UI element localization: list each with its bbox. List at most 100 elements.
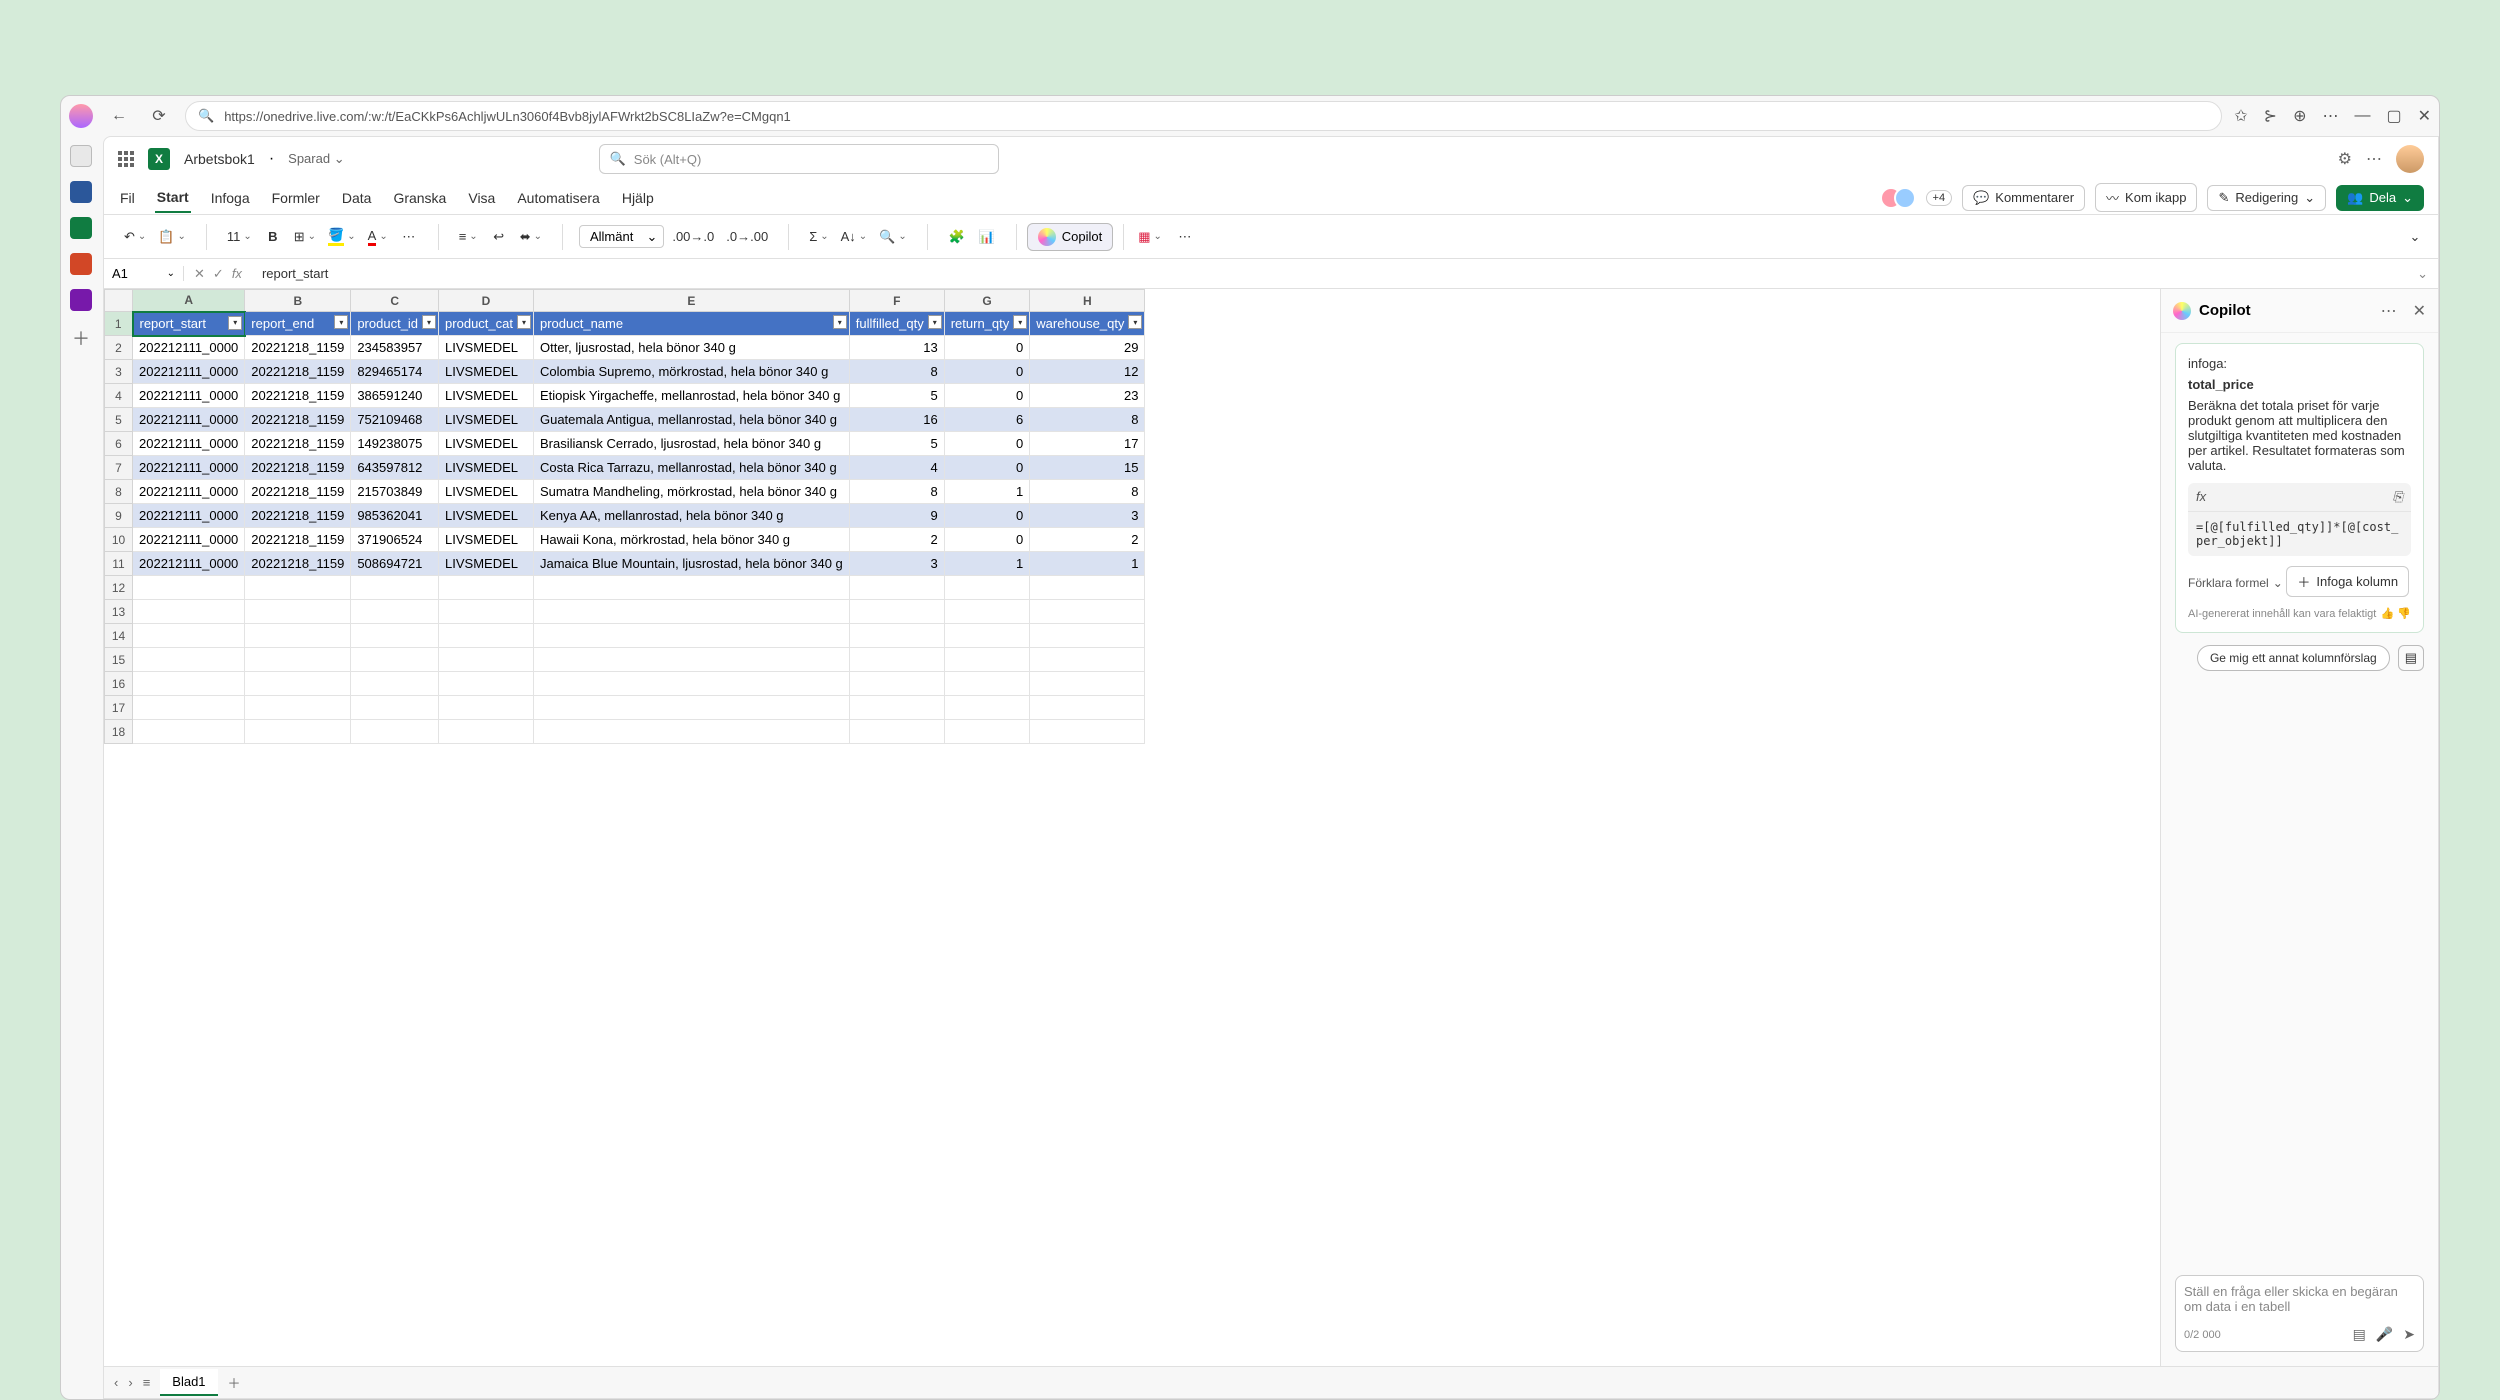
editing-mode-button[interactable]: ✎ Redigering ⌄ bbox=[2207, 185, 2326, 211]
data-cell[interactable]: 6 bbox=[944, 408, 1030, 432]
empty-cell[interactable] bbox=[439, 600, 534, 624]
data-cell[interactable]: LIVSMEDEL bbox=[439, 528, 534, 552]
formula-expand-icon[interactable]: ⌄ bbox=[2407, 266, 2438, 282]
data-cell[interactable]: LIVSMEDEL bbox=[439, 336, 534, 360]
data-cell[interactable]: Kenya AA, mellanrostad, hela bönor 340 g bbox=[533, 504, 849, 528]
decrease-decimal-button[interactable]: .00→.0 bbox=[668, 223, 718, 251]
favorite-icon[interactable]: ✩ bbox=[2234, 106, 2247, 126]
excel-icon[interactable] bbox=[70, 217, 92, 239]
data-cell[interactable]: 13 bbox=[849, 336, 944, 360]
comments-button[interactable]: 💬 Kommentarer bbox=[1962, 185, 2085, 211]
data-cell[interactable]: 0 bbox=[944, 336, 1030, 360]
row-header[interactable]: 16 bbox=[105, 672, 133, 696]
data-cell[interactable]: 5 bbox=[849, 384, 944, 408]
row-header[interactable]: 18 bbox=[105, 720, 133, 744]
tab-insert[interactable]: Infoga bbox=[209, 184, 252, 212]
ribbon-collapse-icon[interactable]: ⌄ bbox=[2402, 223, 2428, 251]
data-cell[interactable]: 20221218_1159 bbox=[245, 552, 351, 576]
data-cell[interactable]: 3 bbox=[849, 552, 944, 576]
wrap-text-button[interactable]: ↩ bbox=[486, 223, 512, 251]
row-header[interactable]: 14 bbox=[105, 624, 133, 648]
data-cell[interactable]: Jamaica Blue Mountain, ljusrostad, hela … bbox=[533, 552, 849, 576]
column-header[interactable]: F bbox=[849, 290, 944, 312]
data-cell[interactable]: Etiopisk Yirgacheffe, mellanrostad, hela… bbox=[533, 384, 849, 408]
save-status[interactable]: Sparad ⌄ bbox=[288, 151, 344, 167]
paste-button[interactable]: 📋 bbox=[154, 223, 190, 251]
data-cell[interactable]: Sumatra Mandheling, mörkrostad, hela bön… bbox=[533, 480, 849, 504]
filter-icon[interactable]: ▾ bbox=[517, 315, 531, 329]
explain-formula-link[interactable]: Förklara formel ⌄ bbox=[2188, 576, 2283, 590]
data-cell[interactable]: Colombia Supremo, mörkrostad, hela bönor… bbox=[533, 360, 849, 384]
empty-cell[interactable] bbox=[351, 720, 439, 744]
column-header[interactable]: C bbox=[351, 290, 439, 312]
empty-cell[interactable] bbox=[849, 624, 944, 648]
data-cell[interactable]: 202212111_0000 bbox=[133, 384, 245, 408]
suggestion-menu-icon[interactable]: ▤ bbox=[2398, 645, 2424, 671]
borders-button[interactable]: ⊞ bbox=[290, 223, 320, 251]
copilot-ribbon-button[interactable]: Copilot bbox=[1027, 223, 1113, 251]
table-header-cell[interactable]: product_id▾ bbox=[351, 312, 439, 336]
data-cell[interactable]: 0 bbox=[944, 384, 1030, 408]
sidebar-tab-icon[interactable] bbox=[70, 145, 92, 167]
empty-cell[interactable] bbox=[439, 624, 534, 648]
data-cell[interactable]: 1 bbox=[944, 552, 1030, 576]
row-header[interactable]: 7 bbox=[105, 456, 133, 480]
presence-more[interactable]: +4 bbox=[1926, 190, 1953, 206]
filter-icon[interactable]: ▾ bbox=[334, 315, 348, 329]
empty-cell[interactable] bbox=[849, 648, 944, 672]
data-cell[interactable]: 386591240 bbox=[351, 384, 439, 408]
insert-column-button[interactable]: ＋ Infoga kolumn bbox=[2286, 566, 2409, 597]
data-cell[interactable]: 202212111_0000 bbox=[133, 552, 245, 576]
account-avatar[interactable] bbox=[2396, 145, 2424, 173]
ribbon-more-icon[interactable]: ⋯ bbox=[1172, 223, 1198, 251]
empty-cell[interactable] bbox=[849, 672, 944, 696]
data-cell[interactable]: LIVSMEDEL bbox=[439, 384, 534, 408]
empty-cell[interactable] bbox=[245, 648, 351, 672]
row-header[interactable]: 5 bbox=[105, 408, 133, 432]
empty-cell[interactable] bbox=[439, 720, 534, 744]
data-cell[interactable]: 5 bbox=[849, 432, 944, 456]
table-header-cell[interactable]: fullfilled_qty▾ bbox=[849, 312, 944, 336]
accept-formula-icon[interactable]: ✓ bbox=[213, 266, 224, 282]
catchup-button[interactable]: 〰 Kom ikapp bbox=[2095, 183, 2197, 212]
tab-help[interactable]: Hjälp bbox=[620, 184, 656, 212]
table-header-cell[interactable]: product_cat▾ bbox=[439, 312, 534, 336]
search-input[interactable]: 🔍 Sök (Alt+Q) bbox=[599, 144, 999, 174]
empty-cell[interactable] bbox=[133, 576, 245, 600]
data-cell[interactable]: 1 bbox=[1030, 552, 1145, 576]
data-cell[interactable]: 508694721 bbox=[351, 552, 439, 576]
empty-cell[interactable] bbox=[1030, 648, 1145, 672]
data-cell[interactable]: Brasiliansk Cerrado, ljusrostad, hela bö… bbox=[533, 432, 849, 456]
data-cell[interactable]: 20221218_1159 bbox=[245, 528, 351, 552]
table-header-cell[interactable]: report_start▾ bbox=[133, 312, 245, 336]
row-header[interactable]: 8 bbox=[105, 480, 133, 504]
data-cell[interactable]: 3 bbox=[1030, 504, 1145, 528]
data-cell[interactable]: 202212111_0000 bbox=[133, 504, 245, 528]
empty-cell[interactable] bbox=[533, 720, 849, 744]
undo-button[interactable]: ↶ bbox=[120, 223, 150, 251]
empty-cell[interactable] bbox=[351, 648, 439, 672]
word-icon[interactable] bbox=[70, 181, 92, 203]
tab-formulas[interactable]: Formler bbox=[270, 184, 322, 212]
column-header[interactable]: G bbox=[944, 290, 1030, 312]
powerpoint-icon[interactable] bbox=[70, 253, 92, 275]
copilot-close-icon[interactable]: ✕ bbox=[2413, 301, 2426, 321]
row-header[interactable]: 6 bbox=[105, 432, 133, 456]
data-cell[interactable]: Otter, ljusrostad, hela bönor 340 g bbox=[533, 336, 849, 360]
data-cell[interactable]: Guatemala Antigua, mellanrostad, hela bö… bbox=[533, 408, 849, 432]
data-cell[interactable]: 0 bbox=[944, 432, 1030, 456]
column-header[interactable]: H bbox=[1030, 290, 1145, 312]
refresh-button[interactable]: ⟳ bbox=[145, 102, 173, 130]
data-cell[interactable]: 234583957 bbox=[351, 336, 439, 360]
row-header[interactable]: 3 bbox=[105, 360, 133, 384]
sheet-all-icon[interactable]: ≡ bbox=[143, 1375, 151, 1390]
data-cell[interactable]: 202212111_0000 bbox=[133, 456, 245, 480]
data-cell[interactable]: 9 bbox=[849, 504, 944, 528]
table-header-cell[interactable]: product_name▾ bbox=[533, 312, 849, 336]
find-button[interactable]: 🔍 bbox=[875, 223, 911, 251]
empty-cell[interactable] bbox=[245, 624, 351, 648]
data-cell[interactable]: 20221218_1159 bbox=[245, 384, 351, 408]
profile-avatar[interactable] bbox=[69, 104, 93, 128]
align-button[interactable]: ≡ bbox=[455, 223, 482, 251]
empty-cell[interactable] bbox=[245, 672, 351, 696]
